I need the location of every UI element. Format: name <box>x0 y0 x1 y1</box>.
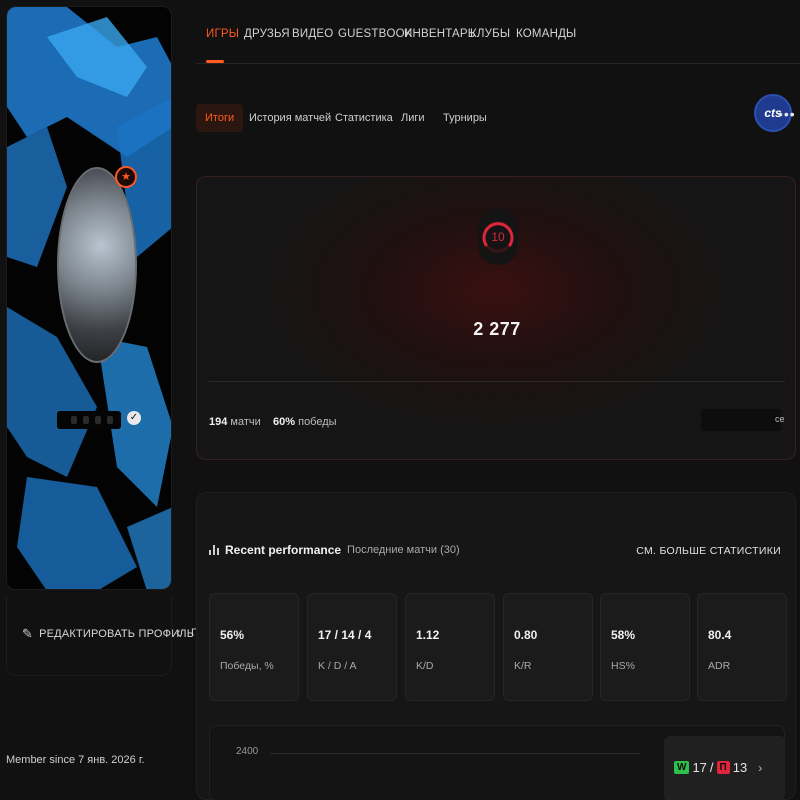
subtab-overview[interactable]: Итоги <box>196 104 244 132</box>
tab-inventory[interactable]: ИНВЕНТАРЬ <box>404 28 476 40</box>
stat-label: HS% <box>611 660 635 672</box>
loss-badge: П <box>716 761 730 774</box>
stat-label: K/D <box>416 660 434 672</box>
tab-games[interactable]: ИГРЫ <box>206 28 239 40</box>
redacted-fragment: ce <box>775 414 785 424</box>
chart-y-tick: 2400 <box>236 746 259 757</box>
matches-label: матчи <box>230 416 261 428</box>
stat-value: 80.4 <box>708 628 732 642</box>
tab-clubs[interactable]: КЛУБЫ <box>470 28 510 40</box>
subtab-tournaments[interactable]: Турниры <box>434 104 496 132</box>
stat-label: ADR <box>708 660 731 672</box>
see-more-stats-link[interactable]: СМ. БОЛЬШЕ СТАТИСТИКИ <box>636 545 781 557</box>
win-loss-row: W 17 / П 13 › <box>674 760 762 775</box>
level-ring: 10 <box>478 209 518 265</box>
elo-value: 2 277 <box>473 319 521 339</box>
top-nav: ИГРЫ ДРУЗЬЯ ВИДЕО GUESTBOOK ИНВЕНТАРЬ КЛ… <box>196 0 800 64</box>
stat-value: 0.80 <box>514 628 538 642</box>
stat-label: K / D / A <box>318 660 357 672</box>
stat-kda: 17 / 14 / 4 K / D / A <box>307 593 397 701</box>
star-icon: ★ <box>115 166 137 188</box>
win-count: 17 <box>692 760 707 775</box>
chart-gridline <box>270 753 640 754</box>
win-badge: W <box>674 761 690 774</box>
stat-label: K/R <box>514 660 532 672</box>
tab-teams[interactable]: КОМАНДЫ <box>516 28 576 40</box>
tab-guestbook[interactable]: GUESTBOOK <box>338 28 413 40</box>
verified-icon: ✓ <box>127 411 141 425</box>
performance-subtitle: Последние матчи (30) <box>347 544 460 556</box>
elo-card: 10 2 277 194 матчи 60% победы ce <box>196 176 796 460</box>
nickname-redacted <box>57 411 121 429</box>
matches-count: 194 <box>209 416 228 428</box>
level-number: 10 <box>491 230 505 244</box>
stat-hs: 58% HS% <box>600 593 690 701</box>
edit-profile-label: РЕДАКТИРОВАТЬ ПРОФИЛЬ <box>39 628 195 640</box>
more-icon[interactable]: ••• <box>778 106 796 122</box>
performance-card: Recent performance Последние матчи (30) … <box>196 492 796 800</box>
chevron-right-icon[interactable]: › <box>758 761 762 775</box>
tab-video[interactable]: ВИДЕО <box>292 28 333 40</box>
elo-divider <box>209 381 785 382</box>
pencil-icon: ✎ <box>22 626 34 641</box>
member-since: Member since 7 янв. 2026 г. <box>6 754 145 766</box>
share-icon[interactable]: ‹ <box>176 624 181 640</box>
redacted-info <box>701 409 781 431</box>
loss-count: 13 <box>732 760 748 775</box>
winrate-value: 60% <box>273 416 296 428</box>
stat-adr: 80.4 ADR <box>697 593 787 701</box>
subtab-leagues[interactable]: Лиги <box>392 104 434 132</box>
stat-label: Победы, % <box>220 660 274 672</box>
win-loss-separator: / <box>709 760 714 775</box>
active-tab-indicator <box>206 60 224 63</box>
stat-kd: 1.12 K/D <box>405 593 495 701</box>
avatar[interactable] <box>57 167 137 363</box>
stat-value: 56% <box>220 628 245 642</box>
stat-value: 17 / 14 / 4 <box>318 628 372 642</box>
performance-header: Recent performance Последние матчи (30) <box>209 543 460 557</box>
bar-chart-icon <box>209 545 219 555</box>
elo-summary: 194 матчи 60% победы <box>209 416 337 428</box>
winrate-label: победы <box>298 416 337 428</box>
stat-winrate: 56% Победы, % <box>209 593 299 701</box>
stat-value: 58% <box>611 628 636 642</box>
subtab-statistics[interactable]: Статистика <box>326 104 402 132</box>
tab-friends[interactable]: ДРУЗЬЯ <box>244 28 290 40</box>
win-loss-panel[interactable]: W 17 / П 13 › <box>664 736 784 800</box>
edit-profile-button[interactable]: ✎ РЕДАКТИРОВАТЬ ПРОФИЛЬ ⌄ <box>22 625 213 643</box>
stat-kr: 0.80 K/R <box>503 593 593 701</box>
profile-card: ★ ✓ <box>6 6 172 590</box>
performance-title: Recent performance <box>225 543 342 557</box>
stat-value: 1.12 <box>416 628 440 642</box>
elo-chart: 2400 W 17 / П 13 › <box>209 725 785 800</box>
